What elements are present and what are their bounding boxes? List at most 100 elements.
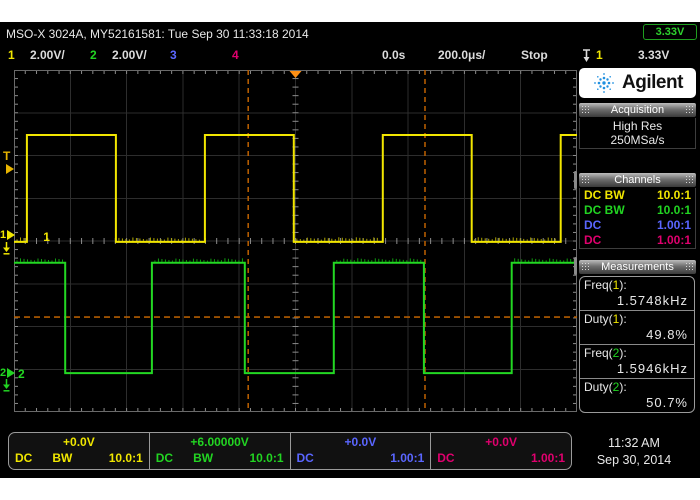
trigger-level-arrow-icon xyxy=(6,164,14,174)
measurements-header[interactable]: Measurements xyxy=(579,260,696,274)
measurement-value: 1.5748kHz xyxy=(584,293,690,308)
ch1-offset-arrow-icon xyxy=(2,242,11,260)
measurements-panel: Freq(1): 1.5748kHz Duty(1): 49.8% Freq(2… xyxy=(579,276,695,413)
ch4-coupling: DC xyxy=(584,233,601,248)
ch3-coupling-row[interactable]: DC 1.00:1 xyxy=(580,218,695,233)
measurement-row: Duty(1): 49.8% xyxy=(580,311,694,345)
ch2-ground-label: 2 xyxy=(0,367,6,379)
ch1-scale[interactable]: 2.00V/ xyxy=(30,48,65,62)
measurement-value: 1.5946kHz xyxy=(584,361,690,376)
ch3-probe-ratio: 1.00:1 xyxy=(390,450,424,466)
ch1-coupling-row[interactable]: DC BW 10.0:1 xyxy=(580,188,695,203)
trigger-level[interactable]: 3.33V xyxy=(638,48,669,62)
ch1-probe-ratio: 10.0:1 xyxy=(657,188,691,203)
ch3-coupling: DC xyxy=(297,450,314,466)
ch4-coupling: DC xyxy=(437,450,454,466)
dvm-readout: 3.33V xyxy=(643,24,697,40)
drag-dots-icon xyxy=(581,175,590,185)
ch2-number[interactable]: 2 xyxy=(90,48,97,62)
drag-dots-icon xyxy=(685,105,694,115)
sample-rate: 250MSa/s xyxy=(580,133,695,147)
timebase-scale[interactable]: 200.0μs/ xyxy=(438,48,485,62)
measurement-row: Freq(1): 1.5748kHz xyxy=(580,277,694,311)
panel-grip-handle[interactable] xyxy=(574,171,577,189)
channels-header[interactable]: Channels xyxy=(579,173,696,187)
ch2-offset-arrow-icon xyxy=(2,379,11,397)
ch4-probe-ratio: 1.00:1 xyxy=(657,233,691,248)
ch4-coupling-row[interactable]: DC 1.00:1 xyxy=(580,233,695,248)
horizontal-delay[interactable]: 0.0s xyxy=(382,48,405,62)
drag-dots-icon xyxy=(685,262,694,272)
ch2-coupling-row[interactable]: DC BW 10.0:1 xyxy=(580,203,695,218)
channels-header-label: Channels xyxy=(592,173,683,187)
ch1-ground-arrow-icon xyxy=(7,230,15,240)
ch3-coupling: DC xyxy=(584,218,601,233)
waveform-plot[interactable]: 12 xyxy=(14,70,577,412)
panel-grip-handle[interactable] xyxy=(574,257,577,275)
trigger-level-label: T xyxy=(3,149,10,163)
date: Sep 30, 2014 xyxy=(588,452,680,469)
measurement-label: Duty(2): xyxy=(584,380,690,395)
ch1-settings-box[interactable]: +0.0V DC BW 10.0:1 xyxy=(9,433,150,469)
ch1-inline-label: 1 xyxy=(43,230,50,244)
ch2-offset: +6.00000V xyxy=(156,434,284,450)
ch2-coupling: DC xyxy=(156,450,173,466)
ch1-ground-label: 1 xyxy=(0,229,6,241)
measurement-label: Duty(1): xyxy=(584,312,690,327)
screenshot-page: MSO-X 3024A, MY52161581: Tue Sep 30 11:3… xyxy=(0,0,700,500)
trigger-source[interactable]: 1 xyxy=(596,48,603,62)
device-title: MSO-X 3024A, MY52161581: Tue Sep 30 11:3… xyxy=(6,27,309,41)
ch2-inline-label: 2 xyxy=(18,367,25,381)
acquisition-mode: High Res xyxy=(580,119,695,133)
ch1-probe-ratio: 10.0:1 xyxy=(109,450,143,466)
title-bar: MSO-X 3024A, MY52161581: Tue Sep 30 11:3… xyxy=(0,24,700,42)
time: 11:32 AM xyxy=(588,435,680,452)
clock: 11:32 AM Sep 30, 2014 xyxy=(588,435,680,469)
measurement-row: Duty(2): 50.7% xyxy=(580,379,694,412)
ch4-settings-box[interactable]: +0.0V DC 1.00:1 xyxy=(431,433,571,469)
ch1-coupling: DC BW xyxy=(584,188,625,203)
measurement-label: Freq(2): xyxy=(584,346,690,361)
ch2-probe-ratio: 10.0:1 xyxy=(657,203,691,218)
channels-info: DC BW 10.0:1 DC BW 10.0:1 DC 1.00:1 DC 1… xyxy=(579,188,696,249)
acquisition-info[interactable]: High Res 250MSa/s xyxy=(579,118,696,149)
status-bar: 1 2.00V/ 2 2.00V/ 3 4 0.0s 200.0μs/ Stop… xyxy=(0,48,700,65)
ch3-probe-ratio: 1.00:1 xyxy=(657,218,691,233)
drag-dots-icon xyxy=(581,105,590,115)
drag-dots-icon xyxy=(581,262,590,272)
run-state[interactable]: Stop xyxy=(521,48,548,62)
trigger-edge-icon[interactable] xyxy=(581,49,592,66)
ch2-bw-limit: BW xyxy=(193,450,213,466)
ch2-settings-box[interactable]: +6.00000V DC BW 10.0:1 xyxy=(150,433,291,469)
measurement-row: Freq(2): 1.5946kHz xyxy=(580,345,694,379)
ch3-number[interactable]: 3 xyxy=(170,48,177,62)
ch2-probe-ratio: 10.0:1 xyxy=(249,450,283,466)
oscilloscope-screen: MSO-X 3024A, MY52161581: Tue Sep 30 11:3… xyxy=(0,22,700,478)
trigger-level-marker[interactable]: T xyxy=(3,150,10,162)
ch4-number[interactable]: 4 xyxy=(232,48,239,62)
ch4-offset: +0.0V xyxy=(437,434,565,450)
ch1-ground-marker[interactable]: 1 xyxy=(0,229,15,241)
acquisition-header[interactable]: Acquisition xyxy=(579,103,696,117)
measurement-label: Freq(1): xyxy=(584,278,690,293)
ch1-bw-limit: BW xyxy=(52,450,72,466)
brand-name: Agilent xyxy=(622,72,683,94)
measurement-value: 49.8% xyxy=(584,327,690,342)
ch2-ground-marker[interactable]: 2 xyxy=(0,367,15,379)
ch1-coupling: DC xyxy=(15,450,32,466)
measurement-value: 50.7% xyxy=(584,395,690,410)
ch2-coupling: DC BW xyxy=(584,203,625,218)
measurements-header-label: Measurements xyxy=(592,260,683,274)
ch4-probe-ratio: 1.00:1 xyxy=(531,450,565,466)
acquisition-header-label: Acquisition xyxy=(592,103,683,117)
agilent-spark-icon xyxy=(592,71,616,95)
ch1-number[interactable]: 1 xyxy=(8,48,15,62)
brand-logo: Agilent xyxy=(579,68,696,98)
ch1-offset: +0.0V xyxy=(15,434,143,450)
ch2-scale[interactable]: 2.00V/ xyxy=(112,48,147,62)
ch3-settings-box[interactable]: +0.0V DC 1.00:1 xyxy=(291,433,432,469)
ch2-ground-arrow-icon xyxy=(7,368,15,378)
ch3-offset: +0.0V xyxy=(297,434,425,450)
side-panel: Agilent Acquisition High Res 250MSa/s Ch… xyxy=(578,66,698,420)
drag-dots-icon xyxy=(685,175,694,185)
